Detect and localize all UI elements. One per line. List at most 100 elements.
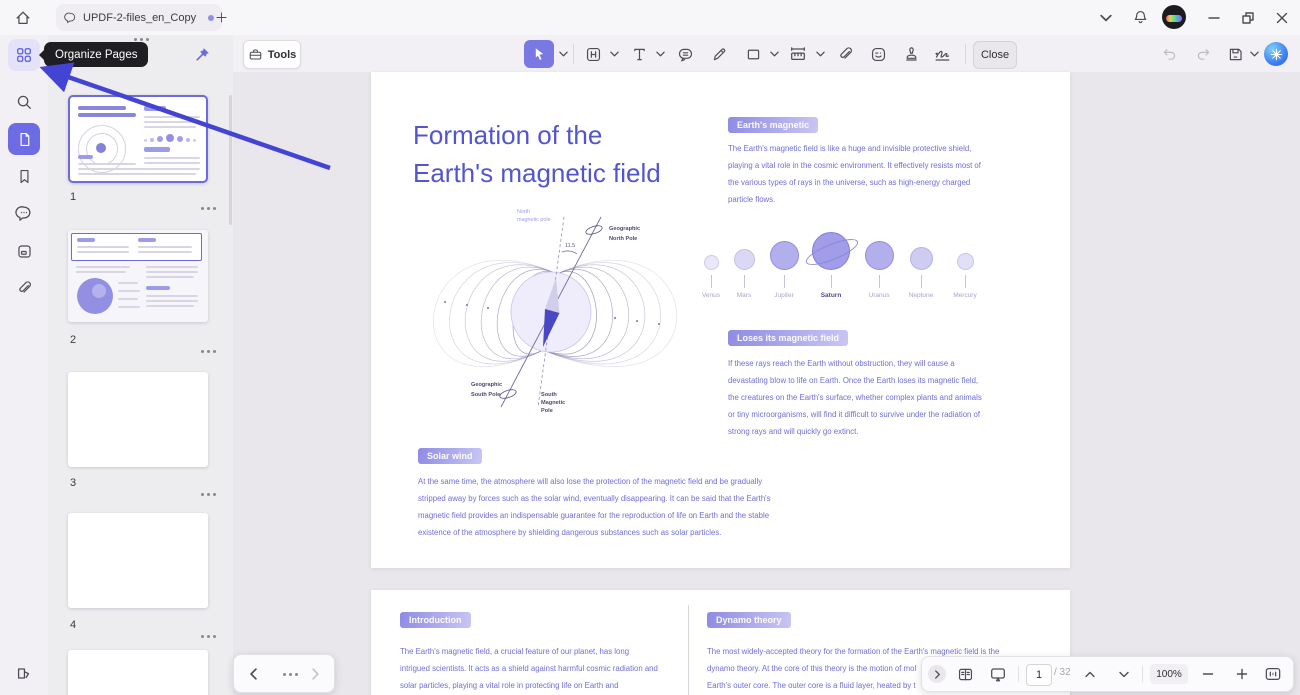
user-avatar[interactable] [1162, 5, 1186, 29]
thumbnail-page-5[interactable] [68, 650, 208, 695]
page-view-mode-button[interactable] [954, 664, 976, 684]
redo-button[interactable] [1189, 40, 1217, 68]
thumbnail-3-number: 3 [70, 477, 76, 489]
section-badge-earths-magnetic: Earth's magnetic [728, 117, 818, 133]
select-tool-dropdown[interactable] [556, 47, 570, 61]
chevron-down-icon [656, 51, 665, 57]
thumbnail-page-1[interactable] [68, 95, 208, 183]
pin-panel-button[interactable] [194, 46, 211, 63]
signature-tool-button[interactable] [928, 40, 962, 68]
measure-tool-dropdown[interactable] [813, 47, 827, 61]
diagram-geo-south-label: Geographic [471, 382, 502, 388]
zoom-level-display[interactable]: 100% [1150, 664, 1188, 684]
shape-tool-button[interactable] [739, 40, 767, 68]
page-flip-button[interactable] [8, 657, 40, 689]
ruler-icon [789, 45, 807, 63]
thumbnail-page-3[interactable] [68, 372, 208, 467]
toolbox-icon [248, 47, 263, 62]
minimize-button[interactable] [1202, 7, 1226, 29]
presentation-mode-button[interactable] [986, 664, 1010, 684]
tools-button[interactable]: Tools [243, 40, 301, 69]
pen-tool-button[interactable] [705, 40, 733, 68]
panel-resize-handle[interactable] [134, 38, 137, 41]
measure-tool-button[interactable] [784, 40, 812, 68]
organize-pages-button[interactable] [8, 39, 40, 71]
thumbnail-2-more-button[interactable] [201, 340, 204, 358]
save-button[interactable] [1221, 40, 1249, 68]
pager-more-button[interactable] [273, 663, 295, 685]
pager-prev-button[interactable] [242, 663, 264, 685]
plus-icon [215, 11, 228, 24]
text-tool-dropdown[interactable] [653, 47, 667, 61]
home-button[interactable] [8, 3, 38, 32]
doc-title-line-2: Earth's magnetic field [413, 154, 661, 192]
document-page-1[interactable]: Formation of the Earth's magnetic field [371, 72, 1070, 568]
close-window-button[interactable] [1270, 7, 1294, 29]
solar-wind-paragraph: At the same time, the atmosphere will al… [418, 473, 771, 541]
toolbar-separator [573, 44, 574, 64]
panel-scrollbar[interactable] [229, 95, 232, 225]
text-tool-button[interactable] [625, 40, 653, 68]
thumbnail-4-more-button[interactable] [201, 625, 204, 643]
comments-button[interactable] [8, 197, 40, 229]
snapshot-icon [16, 243, 33, 260]
next-page-button[interactable] [1114, 665, 1134, 683]
thumbnail-3-more-button[interactable] [201, 483, 204, 501]
redo-icon [1195, 46, 1212, 63]
pager-next-button[interactable] [304, 663, 326, 685]
view-status-bar: 1 / 32 100% [921, 656, 1294, 692]
zoom-value: 100% [1156, 669, 1182, 680]
planet-mars: Mars [722, 230, 766, 299]
restore-button[interactable] [1236, 7, 1260, 29]
planet-uranus: Uranus [857, 230, 901, 299]
heading-tool-button[interactable] [579, 40, 607, 68]
document-viewport[interactable]: Formation of the Earth's magnetic field [233, 72, 1300, 695]
heading-tool-dropdown[interactable] [607, 47, 621, 61]
attachments-button[interactable] [8, 272, 40, 304]
previous-page-button[interactable] [1080, 665, 1100, 683]
attach-tool-button[interactable] [831, 40, 859, 68]
comment-tool-button[interactable] [671, 40, 699, 68]
stamp-tool-button[interactable] [897, 40, 925, 68]
sticker-tool-button[interactable] [864, 40, 892, 68]
toolbar-separator [965, 44, 966, 64]
select-tool-button[interactable] [524, 40, 554, 68]
pen-icon [711, 46, 728, 63]
svg-text:North Pole: North Pole [609, 236, 637, 242]
doc-title-line-1: Formation of the [413, 116, 602, 154]
planet-neptune: Neptune [899, 230, 943, 299]
updf-doc-icon [64, 11, 77, 24]
plus-icon [1236, 668, 1248, 680]
ai-sparkle-icon [1270, 48, 1283, 61]
thumbnail-page-4[interactable] [68, 513, 208, 608]
thumbnail-page-2[interactable] [68, 230, 208, 322]
fit-actual-size-button[interactable] [1262, 664, 1284, 684]
updf-ai-button[interactable] [1264, 42, 1288, 66]
shape-tool-dropdown[interactable] [767, 47, 781, 61]
loses-paragraph: If these rays reach the Earth without ob… [728, 355, 982, 440]
thumbnail-2-number: 2 [70, 334, 76, 346]
zoom-out-button[interactable] [1198, 665, 1218, 683]
undo-button[interactable] [1155, 40, 1183, 68]
presentation-icon [989, 665, 1007, 683]
chevron-down-icon [559, 51, 568, 57]
thumbnail-1-more-button[interactable] [201, 197, 204, 215]
titlebar: UPDF-2-files_en_Copy [0, 0, 1300, 35]
zoom-in-button[interactable] [1232, 665, 1252, 683]
page-number-input[interactable]: 1 [1026, 664, 1052, 686]
earths-magnetic-paragraph: The Earth's magnetic field is like a hug… [728, 140, 981, 208]
collapse-bar-button[interactable] [928, 665, 946, 683]
chevron-down-icon [1119, 671, 1129, 678]
page-thumbnails-button[interactable] [8, 123, 40, 155]
close-tools-button[interactable]: Close [973, 41, 1017, 69]
signature-icon [933, 46, 957, 63]
notifications-button[interactable] [1130, 7, 1150, 27]
bookmarks-button[interactable] [8, 160, 40, 192]
left-rail [0, 35, 48, 695]
snapshot-button[interactable] [8, 235, 40, 267]
search-button[interactable] [8, 86, 40, 118]
new-tab-button[interactable] [212, 8, 230, 26]
save-dropdown[interactable] [1247, 47, 1261, 61]
window-menu-button[interactable] [1096, 8, 1116, 28]
document-tab[interactable]: UPDF-2-files_en_Copy [56, 4, 222, 31]
